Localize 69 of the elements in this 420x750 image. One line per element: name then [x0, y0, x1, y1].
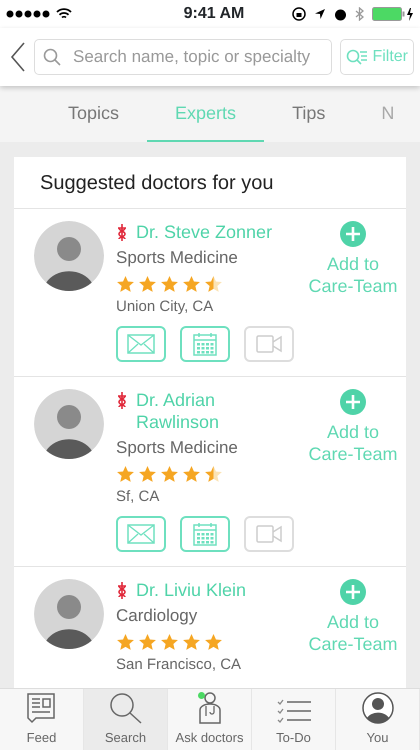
signal-icon: [6, 10, 52, 18]
caduceus-icon: [116, 391, 128, 409]
star-icon: [204, 464, 223, 482]
star-icon: [160, 632, 179, 650]
star-icon: [182, 632, 201, 650]
plus-icon: [340, 221, 366, 247]
envelope-icon: [127, 334, 155, 354]
battery-icon: [372, 7, 414, 21]
plus-icon: [340, 579, 366, 605]
user-icon: [362, 692, 394, 724]
message-button[interactable]: [116, 326, 166, 362]
back-icon[interactable]: [10, 42, 26, 72]
newspaper-icon: [26, 692, 58, 724]
calendar-icon: [193, 332, 217, 356]
specialty: Sports Medicine: [116, 437, 239, 459]
tab[interactable]: N: [353, 86, 394, 142]
calendar-button[interactable]: [180, 326, 230, 362]
wifi-icon: [56, 8, 72, 20]
calendar-icon: [193, 522, 217, 546]
search-icon: [108, 692, 142, 724]
bluetooth-icon: [354, 7, 364, 21]
star-icon: [116, 274, 135, 292]
star-icon: [204, 632, 223, 650]
add-to-care-team-button[interactable]: Add to Care-Team: [306, 579, 400, 676]
location: San Francisco, CA: [116, 654, 242, 674]
search-icon: [43, 48, 61, 66]
location-icon: [314, 8, 326, 20]
star-icon: [116, 632, 135, 650]
filter-button[interactable]: Filter: [340, 39, 414, 75]
doctor-icon: [198, 692, 222, 724]
clock-time: 9:41 AM: [184, 4, 244, 24]
specialty: Sports Medicine: [116, 247, 239, 269]
star-icon: [160, 274, 179, 292]
star-icon: [182, 274, 201, 292]
star-icon: [182, 464, 201, 482]
add-to-care-team-button[interactable]: Add to Care-Team: [306, 221, 400, 362]
doctor-name-link[interactable]: Dr. Liviu Klein: [136, 579, 246, 601]
plus-icon: [340, 389, 366, 415]
tab[interactable]: Topics: [40, 86, 148, 142]
doctor-name-link[interactable]: Dr. Adrian Rawlinson: [136, 389, 294, 433]
avatar: [34, 389, 104, 459]
calendar-button[interactable]: [180, 516, 230, 552]
filter-icon: [346, 48, 368, 66]
envelope-icon: [127, 524, 155, 544]
caduceus-icon: [116, 581, 128, 599]
avatar: [34, 579, 104, 649]
star-icon: [138, 274, 157, 292]
video-camera-icon: [256, 335, 282, 353]
add-to-care-team-button[interactable]: Add to Care-Team: [306, 389, 400, 552]
star-icon: [204, 274, 223, 292]
rotation-lock-icon: [292, 7, 306, 21]
checklist-icon: [276, 698, 310, 724]
section-title: Suggested doctors for you: [14, 157, 406, 209]
tab-bar-item[interactable]: Search: [84, 689, 168, 750]
location: Union City, CA: [116, 296, 214, 316]
star-icon: [160, 464, 179, 482]
star-icon: [116, 464, 135, 482]
doctor-name-link[interactable]: Dr. Steve Zonner: [136, 221, 272, 243]
tab[interactable]: Experts: [147, 86, 264, 142]
location: Sf, CA: [116, 486, 160, 506]
star-icon: [138, 464, 157, 482]
tab[interactable]: Tips: [264, 86, 354, 142]
caduceus-icon: [116, 223, 128, 241]
message-button[interactable]: [116, 516, 166, 552]
video-camera-icon: [256, 525, 282, 543]
star-icon: [138, 632, 157, 650]
search-field[interactable]: Search name, topic or specialty: [34, 39, 332, 75]
avatar: [34, 221, 104, 291]
specialty: Cardiology: [116, 605, 198, 627]
